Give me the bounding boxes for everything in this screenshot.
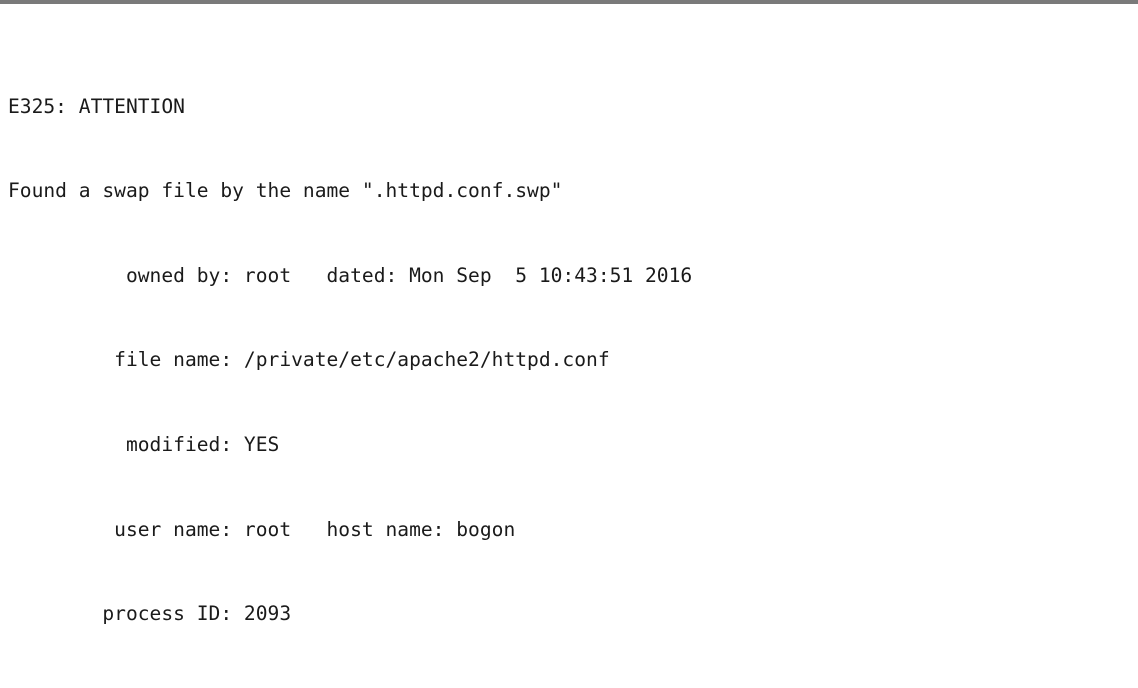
terminal-screen[interactable]: E325: ATTENTION Found a swap file by the… (0, 4, 1138, 688)
error-title-line: E325: ATTENTION (8, 94, 185, 118)
swap-found-line: Found a swap file by the name ".httpd.co… (8, 179, 563, 203)
user-host-name-line: user name: root host name: bogon (8, 517, 516, 541)
process-id-line: process ID: 2093 (8, 602, 292, 626)
terminal-window: E325: ATTENTION Found a swap file by the… (0, 0, 1138, 688)
owned-by-line: owned by: root dated: Mon Sep 5 10:43:51… (8, 263, 693, 287)
file-name-line: file name: /private/etc/apache2/httpd.co… (8, 348, 610, 372)
modified-line: modified: YES (8, 432, 280, 456)
